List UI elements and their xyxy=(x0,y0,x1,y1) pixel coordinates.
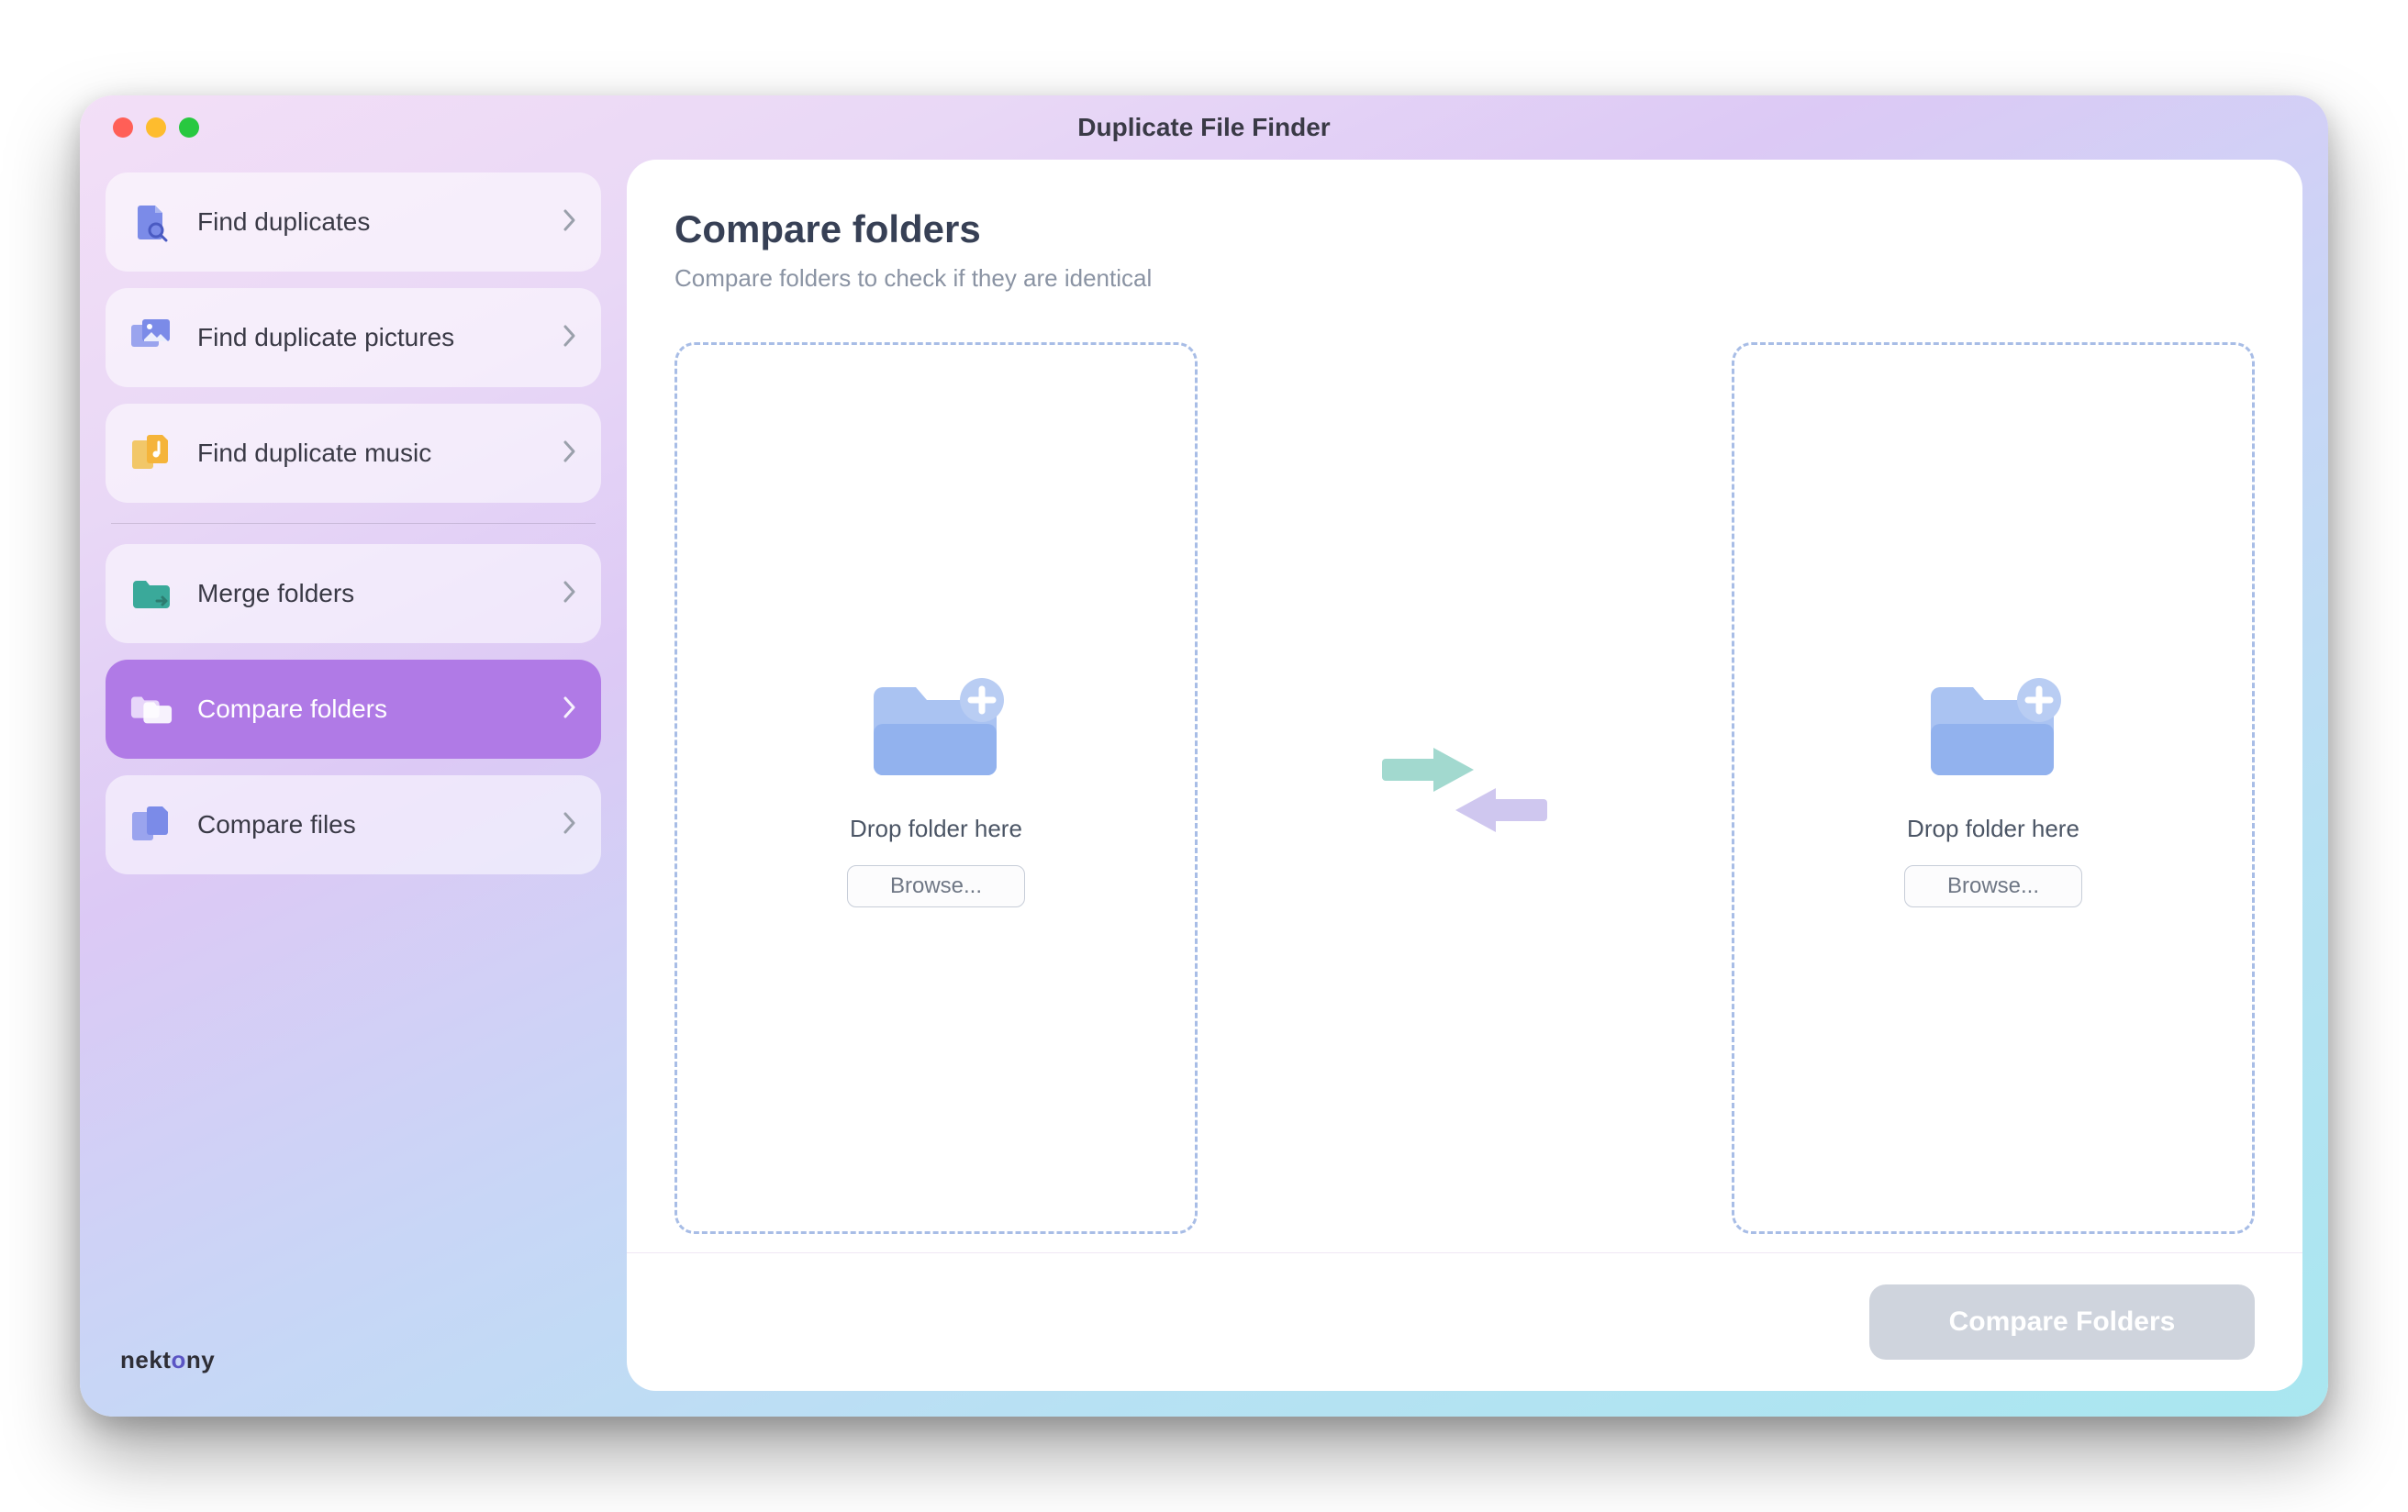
sidebar-item-compare-files[interactable]: Compare files xyxy=(106,775,601,874)
sidebar-item-label: Find duplicate pictures xyxy=(197,323,454,352)
brand-logo: nektony xyxy=(106,1346,601,1391)
dropzone-left[interactable]: Drop folder here Browse... xyxy=(674,342,1198,1234)
folder-plus-icon xyxy=(863,669,1009,793)
page-title: Compare folders xyxy=(674,207,2255,251)
sidebar-item-label: Compare files xyxy=(197,810,356,839)
sidebar: Find duplicates Find duplica xyxy=(106,160,601,1391)
titlebar: Duplicate File Finder xyxy=(80,95,2328,160)
merge-folders-icon xyxy=(129,572,173,616)
file-search-icon xyxy=(129,200,173,244)
compare-folders-button[interactable]: Compare Folders xyxy=(1869,1284,2255,1360)
sidebar-group-find: Find duplicates Find duplica xyxy=(106,172,601,503)
sidebar-item-label: Merge folders xyxy=(197,579,354,608)
compare-folders-icon xyxy=(129,687,173,731)
browse-button-right[interactable]: Browse... xyxy=(1904,865,2082,907)
sidebar-item-find-duplicate-pictures[interactable]: Find duplicate pictures xyxy=(106,288,601,387)
app-body: Find duplicates Find duplica xyxy=(80,160,2328,1417)
compare-files-icon xyxy=(129,803,173,847)
main-header: Compare folders Compare folders to check… xyxy=(627,160,2302,302)
sidebar-group-tools: Merge folders Compare folders xyxy=(106,544,601,874)
sidebar-item-merge-folders[interactable]: Merge folders xyxy=(106,544,601,643)
sidebar-item-label: Find duplicates xyxy=(197,207,370,237)
window-title: Duplicate File Finder xyxy=(80,113,2328,142)
pictures-icon xyxy=(129,316,173,360)
main-footer: Compare Folders xyxy=(627,1252,2302,1391)
chevron-right-icon xyxy=(563,695,577,724)
sidebar-item-label: Compare folders xyxy=(197,695,387,724)
chevron-right-icon xyxy=(563,208,577,237)
sidebar-item-label: Find duplicate music xyxy=(197,439,431,468)
folder-plus-icon xyxy=(1920,669,2067,793)
main-panel: Compare folders Compare folders to check… xyxy=(627,160,2302,1391)
dropzone-label: Drop folder here xyxy=(850,815,1022,843)
dropzones-row: Drop folder here Browse... xyxy=(627,302,2302,1252)
compare-arrows-icon xyxy=(1198,342,1732,1234)
chevron-right-icon xyxy=(563,811,577,839)
sidebar-item-find-duplicate-music[interactable]: Find duplicate music xyxy=(106,404,601,503)
music-files-icon xyxy=(129,431,173,475)
dropzone-label: Drop folder here xyxy=(1907,815,2079,843)
browse-button-left[interactable]: Browse... xyxy=(847,865,1025,907)
chevron-right-icon xyxy=(563,580,577,608)
sidebar-item-find-duplicates[interactable]: Find duplicates xyxy=(106,172,601,272)
sidebar-divider xyxy=(111,523,596,524)
page-subtitle: Compare folders to check if they are ide… xyxy=(674,264,2255,293)
app-window: Duplicate File Finder Find duplicates xyxy=(80,95,2328,1417)
chevron-right-icon xyxy=(563,324,577,352)
dropzone-right[interactable]: Drop folder here Browse... xyxy=(1732,342,2255,1234)
chevron-right-icon xyxy=(563,439,577,468)
sidebar-item-compare-folders[interactable]: Compare folders xyxy=(106,660,601,759)
